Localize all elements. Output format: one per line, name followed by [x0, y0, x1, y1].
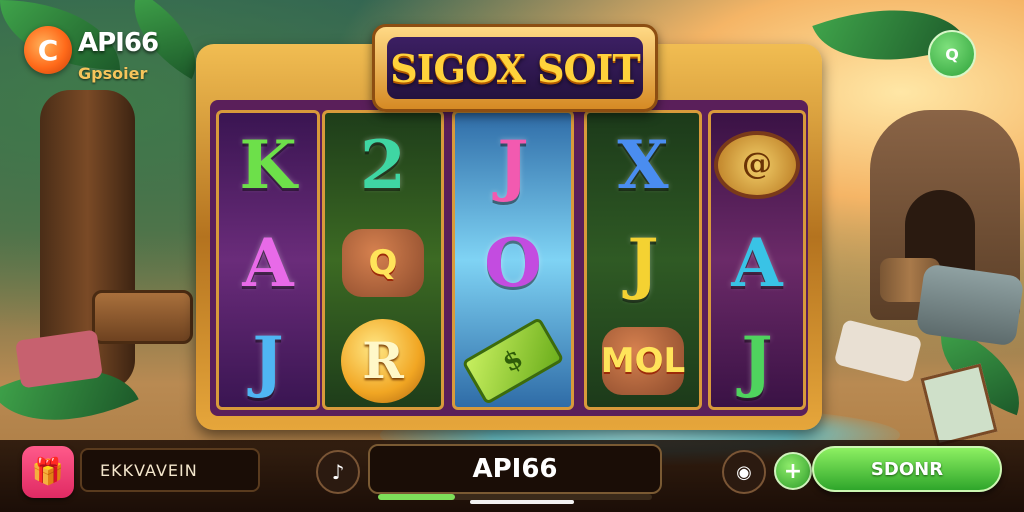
- symbol-letter: X: [617, 126, 669, 204]
- symbol-letter: J: [741, 322, 773, 400]
- reel-symbol: MOL: [587, 313, 699, 409]
- symbol-letter: J: [627, 224, 659, 302]
- symbol-letter: A: [242, 224, 294, 302]
- info-field: EKKVAVEIN: [80, 448, 260, 492]
- rock: [915, 263, 1024, 347]
- reel-symbol: J: [219, 313, 317, 409]
- reel-symbol: A: [219, 215, 317, 311]
- title-plate-inner: SIGOX SOIT: [387, 37, 643, 99]
- spin-button[interactable]: SDONR: [812, 446, 1002, 492]
- symbol-scroll: @: [714, 131, 800, 199]
- symbol-bill: $: [461, 316, 565, 406]
- reel-5: @ A J: [708, 110, 806, 410]
- app-icon: Q: [945, 44, 959, 64]
- reel-3: J O $: [452, 110, 574, 410]
- title-plate: SIGOX SOIT: [372, 24, 658, 112]
- progress-fill: [378, 494, 455, 500]
- reel-symbol: Q: [325, 215, 441, 311]
- reel-symbol: R: [325, 313, 441, 409]
- reel-symbol: J: [455, 117, 571, 213]
- main-display: API66: [368, 444, 662, 494]
- dice: [833, 319, 923, 383]
- reel-symbol: O: [455, 215, 571, 311]
- game-title: SIGOX SOIT: [390, 45, 640, 91]
- treasure-chest: [92, 290, 193, 344]
- symbol-letter: A: [731, 224, 783, 302]
- symbol-letter: J: [497, 126, 529, 204]
- reel-symbol: K: [219, 117, 317, 213]
- brand-name: API66: [78, 28, 159, 58]
- add-button[interactable]: +: [774, 452, 812, 490]
- gift-icon: 🎁: [31, 457, 65, 487]
- symbol-letter: K: [239, 126, 297, 204]
- plus-icon: +: [783, 458, 803, 484]
- reel-symbol: @: [711, 117, 803, 213]
- brand-subtitle: Gpsoier: [78, 64, 148, 83]
- reel-1: KAJ: [216, 110, 320, 410]
- reel-4: X J MOL: [584, 110, 702, 410]
- symbol-letter: O: [484, 224, 542, 302]
- symbol-coin: R: [341, 319, 425, 403]
- gift-button[interactable]: 🎁: [22, 446, 74, 498]
- reel-symbol: J: [587, 215, 699, 311]
- reel-symbol: J: [711, 313, 803, 409]
- symbol-letter: 2: [360, 126, 406, 204]
- speaker-icon: ♪: [331, 460, 345, 484]
- app-button[interactable]: Q: [928, 30, 976, 78]
- reel-symbol: X: [587, 117, 699, 213]
- camera-icon: ◉: [736, 461, 752, 483]
- sound-button[interactable]: ♪: [316, 450, 360, 494]
- camera-button[interactable]: ◉: [722, 450, 766, 494]
- reel-symbol: A: [711, 215, 803, 311]
- reel-symbol: $: [455, 313, 571, 409]
- reel-2: 2 QR: [322, 110, 444, 410]
- symbol-shield: Q: [342, 229, 424, 297]
- reel-symbol: 2: [325, 117, 441, 213]
- symbol-letter: J: [252, 322, 284, 400]
- brand-logo-icon: C: [24, 26, 72, 74]
- progress-indicator: [470, 500, 574, 504]
- symbol-shield: MOL: [601, 327, 685, 395]
